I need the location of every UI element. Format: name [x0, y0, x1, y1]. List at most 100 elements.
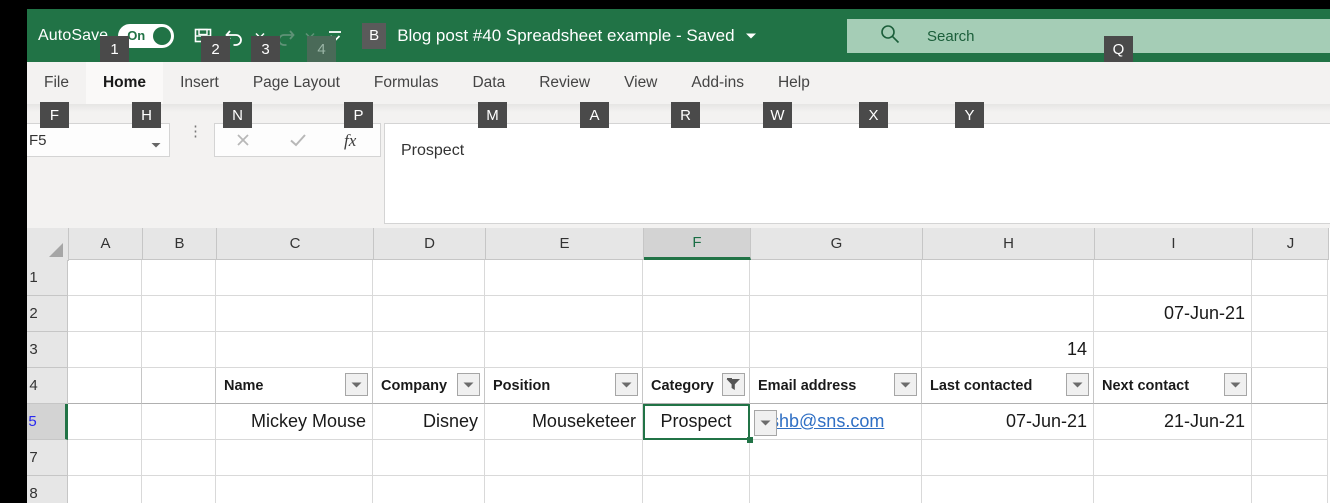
filter-dropdown-button-D[interactable]	[457, 373, 480, 396]
cell-C4[interactable]: Name	[216, 368, 373, 404]
cell-D5[interactable]: Disney	[373, 404, 485, 440]
cell-E2[interactable]	[485, 296, 643, 332]
cell-F2[interactable]	[643, 296, 750, 332]
cell-C2[interactable]	[216, 296, 373, 332]
cell-G7[interactable]	[750, 440, 922, 476]
cell-G4[interactable]: Email address	[750, 368, 922, 404]
cell-B7[interactable]	[142, 440, 216, 476]
cell-A8[interactable]	[68, 476, 142, 503]
column-header-F[interactable]: F	[644, 228, 751, 260]
tab-file[interactable]: File	[27, 62, 86, 104]
name-box[interactable]: F5	[18, 123, 170, 157]
cell-F5[interactable]: Prospect	[643, 404, 750, 440]
cancel-edit-button[interactable]	[220, 125, 266, 155]
cell-H8[interactable]	[922, 476, 1094, 503]
cell-I8[interactable]	[1094, 476, 1252, 503]
filter-dropdown-button-H[interactable]	[1066, 373, 1089, 396]
cell-E8[interactable]	[485, 476, 643, 503]
filter-dropdown-button-G[interactable]	[894, 373, 917, 396]
cell-J1[interactable]	[1252, 260, 1328, 296]
cell-G8[interactable]	[750, 476, 922, 503]
confirm-edit-button[interactable]	[275, 125, 321, 155]
cell-G1[interactable]	[750, 260, 922, 296]
column-header-H[interactable]: H	[923, 228, 1095, 260]
cell-B4[interactable]	[142, 368, 216, 404]
cell-C5[interactable]: Mickey Mouse	[216, 404, 373, 440]
tab-formulas[interactable]: Formulas	[357, 62, 456, 104]
cell-C7[interactable]	[216, 440, 373, 476]
cell-G2[interactable]	[750, 296, 922, 332]
column-header-D[interactable]: D	[374, 228, 486, 260]
column-header-J[interactable]: J	[1253, 228, 1329, 260]
cell-A2[interactable]	[68, 296, 142, 332]
data-validation-dropdown-button[interactable]	[754, 410, 777, 436]
fill-handle[interactable]	[747, 437, 753, 443]
tab-home[interactable]: Home	[85, 62, 164, 104]
filter-dropdown-button-I[interactable]	[1224, 373, 1247, 396]
cell-B8[interactable]	[142, 476, 216, 503]
column-header-B[interactable]: B	[143, 228, 217, 260]
cell-I4[interactable]: Next contact	[1094, 368, 1252, 404]
cell-F3[interactable]	[643, 332, 750, 368]
cell-A1[interactable]	[68, 260, 142, 296]
cell-E7[interactable]	[485, 440, 643, 476]
cell-B3[interactable]	[142, 332, 216, 368]
filter-dropdown-button-C[interactable]	[345, 373, 368, 396]
cell-H5[interactable]: 07-Jun-21	[922, 404, 1094, 440]
cell-A4[interactable]	[68, 368, 142, 404]
tab-add-ins[interactable]: Add-ins	[674, 62, 761, 104]
cell-E4[interactable]: Position	[485, 368, 643, 404]
cell-B5[interactable]	[142, 404, 216, 440]
cell-A5[interactable]	[68, 404, 142, 440]
insert-function-button[interactable]: fx	[330, 125, 376, 155]
cell-F7[interactable]	[643, 440, 750, 476]
cell-J8[interactable]	[1252, 476, 1328, 503]
tab-page-layout[interactable]: Page Layout	[236, 62, 357, 104]
cell-H4[interactable]: Last contacted	[922, 368, 1094, 404]
cell-I3[interactable]	[1094, 332, 1252, 368]
cell-H3[interactable]: 14	[922, 332, 1094, 368]
cell-C8[interactable]	[216, 476, 373, 503]
column-header-A[interactable]: A	[69, 228, 143, 260]
cell-D4[interactable]: Company	[373, 368, 485, 404]
tab-insert[interactable]: Insert	[163, 62, 236, 104]
cell-F8[interactable]	[643, 476, 750, 503]
cell-I2[interactable]: 07-Jun-21	[1094, 296, 1252, 332]
cell-C1[interactable]	[216, 260, 373, 296]
cell-H1[interactable]	[922, 260, 1094, 296]
cell-J4[interactable]	[1252, 368, 1328, 404]
column-header-C[interactable]: C	[217, 228, 374, 260]
search-input[interactable]: Search	[847, 19, 1330, 53]
cell-D7[interactable]	[373, 440, 485, 476]
filter-dropdown-button-E[interactable]	[615, 373, 638, 396]
cell-B2[interactable]	[142, 296, 216, 332]
column-header-G[interactable]: G	[751, 228, 923, 260]
tab-data[interactable]: Data	[455, 62, 522, 104]
cell-H2[interactable]	[922, 296, 1094, 332]
cell-D3[interactable]	[373, 332, 485, 368]
filter-applied-button-F[interactable]	[722, 373, 745, 396]
cell-G3[interactable]	[750, 332, 922, 368]
cell-D2[interactable]	[373, 296, 485, 332]
cell-B1[interactable]	[142, 260, 216, 296]
cell-E5[interactable]: Mouseketeer	[485, 404, 643, 440]
cell-J7[interactable]	[1252, 440, 1328, 476]
tab-help[interactable]: Help	[761, 62, 827, 104]
tab-view[interactable]: View	[607, 62, 674, 104]
cell-E1[interactable]	[485, 260, 643, 296]
column-header-I[interactable]: I	[1095, 228, 1253, 260]
cell-I5[interactable]: 21-Jun-21	[1094, 404, 1252, 440]
cell-E3[interactable]	[485, 332, 643, 368]
cell-H7[interactable]	[922, 440, 1094, 476]
cell-J3[interactable]	[1252, 332, 1328, 368]
cell-I7[interactable]	[1094, 440, 1252, 476]
name-box-dropdown[interactable]	[151, 136, 161, 154]
tab-review[interactable]: Review	[522, 62, 607, 104]
cell-D8[interactable]	[373, 476, 485, 503]
cell-F1[interactable]	[643, 260, 750, 296]
cell-A7[interactable]	[68, 440, 142, 476]
cell-J2[interactable]	[1252, 296, 1328, 332]
cell-F4[interactable]: Category	[643, 368, 750, 404]
cell-I1[interactable]	[1094, 260, 1252, 296]
document-title-dropdown[interactable]	[745, 27, 757, 45]
